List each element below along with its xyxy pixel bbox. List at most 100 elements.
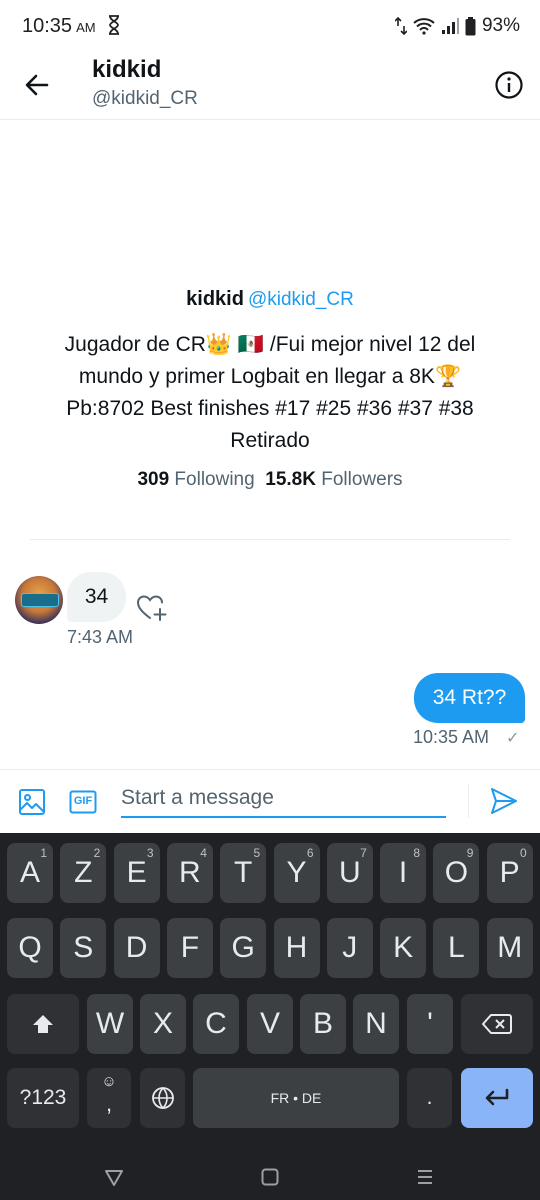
key-q[interactable]: Q <box>7 918 53 978</box>
key-label: P <box>499 856 520 889</box>
key-label: N <box>365 1007 387 1040</box>
image-icon[interactable] <box>18 788 46 816</box>
key-x[interactable]: X <box>140 994 186 1054</box>
key-g[interactable]: G <box>220 918 267 978</box>
key-u[interactable]: U7 <box>326 843 373 903</box>
key-label: O <box>444 856 469 889</box>
key-w[interactable]: W <box>87 994 133 1054</box>
status-indicators: 93% <box>394 15 520 37</box>
key-i[interactable]: I8 <box>380 843 427 903</box>
key-f[interactable]: F <box>166 918 213 978</box>
key-p[interactable]: P0 <box>486 843 533 903</box>
sent-message-time: 10:35 AM <box>413 727 490 747</box>
key-number-hint: 0 <box>520 846 527 860</box>
home-square-icon[interactable] <box>256 1163 284 1191</box>
enter-icon <box>485 1088 509 1106</box>
symbols-key[interactable]: ?123 <box>7 1068 79 1128</box>
backspace-icon <box>482 1014 512 1034</box>
key-k[interactable]: K <box>380 918 427 978</box>
key-label: G <box>231 931 255 964</box>
key-s[interactable]: S <box>60 918 107 978</box>
battery-percent: 93% <box>481 15 520 36</box>
key-label: U <box>338 856 361 889</box>
received-message-text: 34 <box>84 585 109 608</box>
avatar-logo <box>21 593 59 607</box>
message-input[interactable] <box>121 780 446 818</box>
key-apostrophe[interactable]: ' <box>407 994 453 1054</box>
key-z[interactable]: Z2 <box>60 843 107 903</box>
profile-divider <box>30 539 510 540</box>
heart-plus-icon[interactable] <box>136 592 168 622</box>
key-number-hint: 5 <box>253 846 261 860</box>
key-label: Y <box>286 856 307 889</box>
system-nav-bar <box>0 1155 540 1200</box>
key-label: Z <box>74 856 93 889</box>
key-m[interactable]: M <box>486 918 533 978</box>
header-handle: @kidkid_CR <box>92 88 198 109</box>
shift-key[interactable] <box>7 994 79 1054</box>
key-number-hint: 2 <box>93 846 101 860</box>
sent-message-bubble[interactable]: 34 Rt?? <box>414 673 525 723</box>
sent-check-icon: ✓ <box>506 730 520 747</box>
on-screen-keyboard: ?123 ☺, FR • DE . A1Z2E3R4T5Y6U7I8O9P0QS… <box>0 833 540 1155</box>
key-label: X <box>152 1007 173 1040</box>
key-number-hint: 7 <box>360 846 367 860</box>
backspace-key[interactable] <box>461 994 533 1054</box>
key-j[interactable]: J <box>326 918 373 978</box>
key-y[interactable]: Y6 <box>273 843 320 903</box>
data-arrows-icon <box>394 17 407 35</box>
profile-name-line[interactable]: kidkid @kidkid_CR <box>0 288 540 311</box>
send-icon[interactable] <box>489 786 519 816</box>
emoji-comma-key[interactable]: ☺, <box>87 1068 131 1128</box>
shift-icon <box>33 1015 53 1033</box>
followers-link[interactable]: 15.8K Followers <box>265 469 402 490</box>
key-label: F <box>180 931 200 964</box>
key-c[interactable]: C <box>193 994 239 1054</box>
key-label: H <box>285 931 308 964</box>
key-v[interactable]: V <box>247 994 293 1054</box>
key-e[interactable]: E3 <box>113 843 160 903</box>
hourglass-icon <box>109 15 119 35</box>
key-d[interactable]: D <box>113 918 160 978</box>
key-l[interactable]: L <box>433 918 480 978</box>
key-n[interactable]: N <box>353 994 399 1054</box>
key-t[interactable]: T5 <box>220 843 267 903</box>
gif-label: GIF <box>73 795 93 807</box>
status-bar: 10:35 AM 93% <box>0 0 540 52</box>
battery-icon <box>465 16 476 35</box>
gif-icon[interactable]: GIF <box>69 790 97 814</box>
sent-message-text: 34 Rt?? <box>432 686 507 709</box>
key-label: ' <box>427 1007 433 1040</box>
key-a[interactable]: A1 <box>7 843 53 903</box>
profile-bio: Jugador de CR👑 🇲🇽 /Fui mejor nivel 12 de… <box>64 333 476 452</box>
comma-label: , <box>105 1091 113 1116</box>
avatar[interactable] <box>15 576 63 624</box>
key-number-hint: 4 <box>200 846 207 860</box>
enter-key[interactable] <box>461 1068 533 1128</box>
received-message-bubble[interactable]: 34 <box>67 572 126 622</box>
key-h[interactable]: H <box>273 918 320 978</box>
profile-stats: 309 Following 15.8K Followers <box>0 469 540 491</box>
wifi-icon <box>413 18 435 35</box>
received-message-time: 7:43 AM <box>67 627 134 647</box>
period-key[interactable]: . <box>407 1068 452 1128</box>
back-arrow-icon[interactable] <box>20 68 54 102</box>
space-key[interactable]: FR • DE <box>193 1068 399 1128</box>
key-label: T <box>234 856 253 889</box>
key-label: K <box>393 931 414 964</box>
key-label: A <box>19 856 40 889</box>
globe-icon <box>151 1086 174 1110</box>
key-b[interactable]: B <box>300 994 346 1054</box>
following-link[interactable]: 309 Following <box>137 469 254 490</box>
key-label: D <box>125 931 148 964</box>
header-display-name: kidkid <box>92 56 162 83</box>
key-r[interactable]: R4 <box>166 843 213 903</box>
back-triangle-icon[interactable] <box>100 1163 128 1191</box>
key-o[interactable]: O9 <box>433 843 480 903</box>
info-icon[interactable] <box>494 70 524 100</box>
key-label: C <box>205 1007 227 1040</box>
key-label: I <box>398 856 408 889</box>
key-label: V <box>259 1007 280 1040</box>
globe-key[interactable] <box>140 1068 185 1128</box>
recents-icon[interactable] <box>411 1163 439 1191</box>
